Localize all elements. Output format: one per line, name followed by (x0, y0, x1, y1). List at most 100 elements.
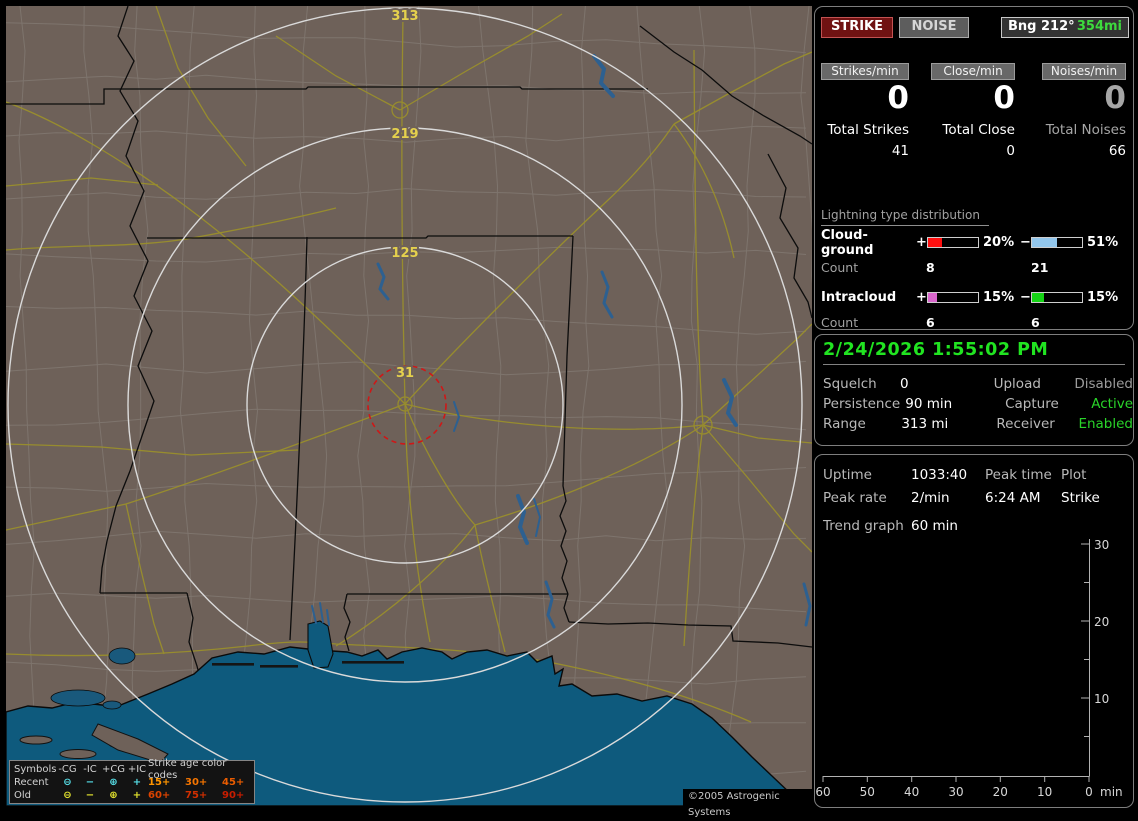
rate-counters: Strikes/min 0 Total Strikes 41 Close/min… (821, 63, 1126, 159)
peak-rate-label: Peak rate (823, 489, 887, 506)
legend-recent-label: Recent (14, 776, 49, 788)
strikes-per-min-button[interactable]: Strikes/min (821, 63, 909, 80)
total-noises-label: Total Noises (1045, 122, 1126, 138)
plus-sign: + (916, 290, 927, 305)
noises-per-min-button[interactable]: Noises/min (1042, 63, 1126, 80)
mode-buttons: STRIKE NOISE (821, 17, 969, 38)
bearing-indicator: Bng 212° 354mi (1001, 17, 1129, 38)
strikes-per-min-value: 0 (887, 80, 909, 116)
strike-counters-panel: STRIKE NOISE Bng 212° 354mi Strikes/min … (814, 6, 1134, 330)
age-60: 60+ (148, 789, 171, 801)
plot-mode-value: Strike (1061, 489, 1100, 506)
x-tick-60: 60 (815, 785, 830, 799)
y-tick-30: 30 (1094, 538, 1109, 552)
x-axis-unit: min (1100, 785, 1123, 799)
x-tick-20: 20 (993, 785, 1008, 799)
age-15: 15+ (148, 776, 171, 788)
uptime-label: Uptime (823, 466, 872, 483)
bearing-label: Bng 212° (1008, 19, 1075, 34)
capture-status: Active (1091, 396, 1133, 412)
legend-col-neg-ic: -IC (83, 763, 97, 775)
cg-plus-bar (927, 237, 979, 248)
plot-label: Plot (1061, 466, 1087, 483)
noise-mode-button[interactable]: NOISE (899, 17, 969, 38)
old-pos-cg-icon: ⊕ (109, 789, 118, 801)
age-45: 45+ (222, 776, 245, 788)
old-neg-ic-icon: − (85, 789, 95, 801)
cg-minus-count: 21 (1031, 260, 1049, 275)
peak-time-label: Peak time (985, 466, 1052, 483)
bearing-range: 354mi (1076, 19, 1122, 34)
ring-label-31: 31 (396, 366, 414, 381)
strike-mode-button[interactable]: STRIKE (821, 17, 893, 38)
ring-label-125: 125 (391, 246, 418, 261)
recent-neg-cg-icon: ⊖ (63, 776, 72, 788)
recent-neg-ic-icon: − (85, 776, 95, 788)
x-tick-50: 50 (860, 785, 875, 799)
intracloud-label: Intracloud (821, 290, 897, 305)
x-tick-0: 0 (1085, 785, 1093, 799)
plus-sign: + (916, 235, 927, 250)
cloud-ground-label: Cloud-ground (821, 227, 874, 258)
ic-plus-bar-fill (928, 293, 937, 302)
intracloud-count-row: Count 6 6 (821, 315, 1127, 330)
cg-minus-bar (1031, 237, 1083, 248)
upload-status: Disabled (1074, 376, 1133, 392)
stats-row: Peak rate 2/min 6:24 AM Strike (823, 486, 1133, 509)
y-tick-20: 20 (1094, 615, 1109, 629)
intracloud-row: Intracloud + 15% − 15% (821, 290, 1127, 305)
persistence-label: Persistence (823, 396, 901, 412)
stats-rows: Uptime 1033:40 Peak time Plot Peak rate … (823, 463, 1133, 509)
trend-graph-window: 60 min (911, 518, 958, 534)
distribution-title: Lightning type distribution (821, 208, 989, 226)
ic-minus-pct: 15% (1087, 290, 1119, 305)
total-noises-value: 66 (1108, 143, 1126, 159)
ic-minus-bar-fill (1032, 293, 1044, 302)
symbol-legend: Symbols -CG -IC +CG +IC Strike age color… (9, 758, 255, 804)
uptime-value: 1033:40 (911, 466, 968, 483)
ring-label-313: 313 (391, 9, 418, 24)
app-window: { "header": { "strike": "STRIKE", "noise… (0, 0, 1138, 818)
ic-minus-count: 6 (1031, 315, 1040, 330)
legend-col-pos-cg: +CG (101, 763, 126, 775)
ic-plus-pct: 15% (983, 290, 1015, 305)
close-per-min-button[interactable]: Close/min (931, 63, 1015, 80)
stats-trend-panel: Uptime 1033:40 Peak time Plot Peak rate … (814, 454, 1134, 808)
range-label: Range (823, 416, 866, 432)
total-strikes-label: Total Strikes (827, 122, 909, 138)
trend-graph-row: Trend graph 60 min (823, 518, 1133, 534)
ic-plus-count: 6 (926, 315, 935, 330)
cg-minus-pct: 51% (1087, 235, 1119, 250)
stats-row: Uptime 1033:40 Peak time Plot (823, 463, 1133, 486)
lightning-map: 313 219 125 31 (6, 6, 812, 806)
recent-pos-ic-icon: + (132, 776, 142, 788)
receiver-label: Receiver (996, 416, 1055, 432)
old-pos-ic-icon: + (132, 789, 142, 801)
cloud-ground-count-row: Count 8 21 (821, 260, 1127, 275)
y-tick-10: 10 (1094, 692, 1109, 706)
persistence-value: 90 min (905, 396, 953, 412)
peak-time-value: 6:24 AM (985, 489, 1041, 506)
status-row: Persistence 90 min Capture Active (823, 394, 1133, 414)
status-panel: 2/24/2026 1:55:02 PM Squelch 0 Upload Di… (814, 334, 1134, 446)
count-label: Count (821, 260, 859, 275)
total-close-label: Total Close (942, 122, 1015, 138)
cg-plus-bar-fill (928, 238, 942, 247)
lightning-distribution: Lightning type distribution Cloud-ground… (821, 204, 1127, 330)
x-tick-40: 40 (904, 785, 919, 799)
noises-per-min-value: 0 (1104, 80, 1126, 116)
x-tick-10: 10 (1037, 785, 1052, 799)
legend-col-pos-ic: +IC (127, 763, 147, 775)
map-canvas: 313 219 125 31 (6, 6, 812, 806)
copyright-notice: ©2005 Astrogenic Systems (683, 789, 812, 818)
squelch-label: Squelch (823, 376, 877, 392)
cg-plus-count: 8 (926, 260, 935, 275)
upload-label: Upload (993, 376, 1041, 392)
total-strikes-value: 41 (891, 143, 909, 159)
legend-col-neg-cg: -CG (58, 763, 77, 775)
age-30: 30+ (185, 776, 208, 788)
minus-sign: − (1020, 235, 1031, 250)
peak-rate-value: 2/min (911, 489, 950, 506)
strikes-column: Strikes/min 0 Total Strikes 41 (821, 63, 909, 159)
old-neg-cg-icon: ⊖ (63, 789, 72, 801)
